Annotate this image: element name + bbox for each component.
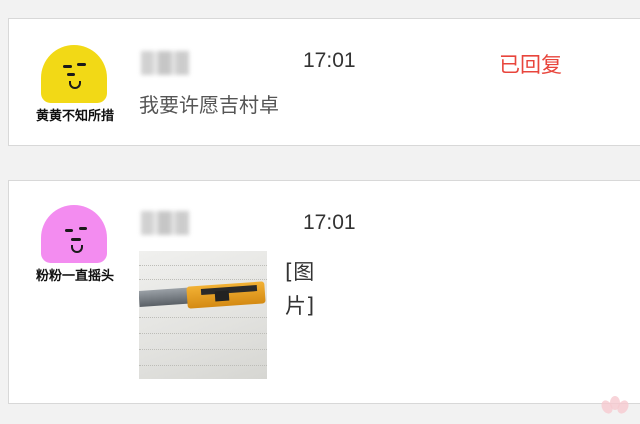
avatar-mouth — [71, 245, 83, 253]
message-time: 17:01 — [303, 49, 356, 72]
utility-knife-slider — [214, 290, 230, 302]
avatar-caption: 黄黄不知所措 — [35, 109, 114, 124]
avatar-caption: 粉粉一直摇头 — [35, 269, 114, 284]
notebook-line — [139, 349, 267, 351]
avatar-eye — [65, 229, 73, 232]
image-placeholder-text: [图片] — [285, 260, 315, 318]
avatar-mouth — [69, 81, 81, 89]
avatar-face — [41, 205, 107, 263]
notebook-line — [139, 265, 267, 267]
avatar-eye — [79, 227, 87, 230]
message-item[interactable]: 粉粉一直摇头 17:01 [图片] — [8, 180, 640, 404]
notebook-line — [139, 365, 267, 367]
avatar-eye — [77, 63, 86, 66]
username-redacted — [141, 51, 189, 75]
username-redacted — [141, 211, 189, 235]
reply-status-badge: 已回复 — [499, 53, 562, 77]
notebook-line — [139, 317, 267, 319]
avatar[interactable]: 黄黄不知所措 — [25, 45, 125, 141]
watermark-logo — [599, 396, 631, 420]
avatar-eye — [71, 238, 81, 241]
avatar-eye — [67, 73, 75, 76]
avatar-face — [41, 45, 107, 103]
image-thumbnail[interactable] — [139, 251, 267, 379]
avatar[interactable]: 粉粉一直摇头 — [25, 205, 125, 301]
message-text: 我要许愿吉村卓 — [139, 93, 279, 117]
notebook-line — [139, 279, 267, 281]
message-time: 17:01 — [303, 211, 356, 234]
avatar-eye — [63, 65, 72, 68]
message-item[interactable]: 黄黄不知所措 17:01 已回复 我要许愿吉村卓 — [8, 18, 640, 146]
notebook-line — [139, 333, 267, 335]
